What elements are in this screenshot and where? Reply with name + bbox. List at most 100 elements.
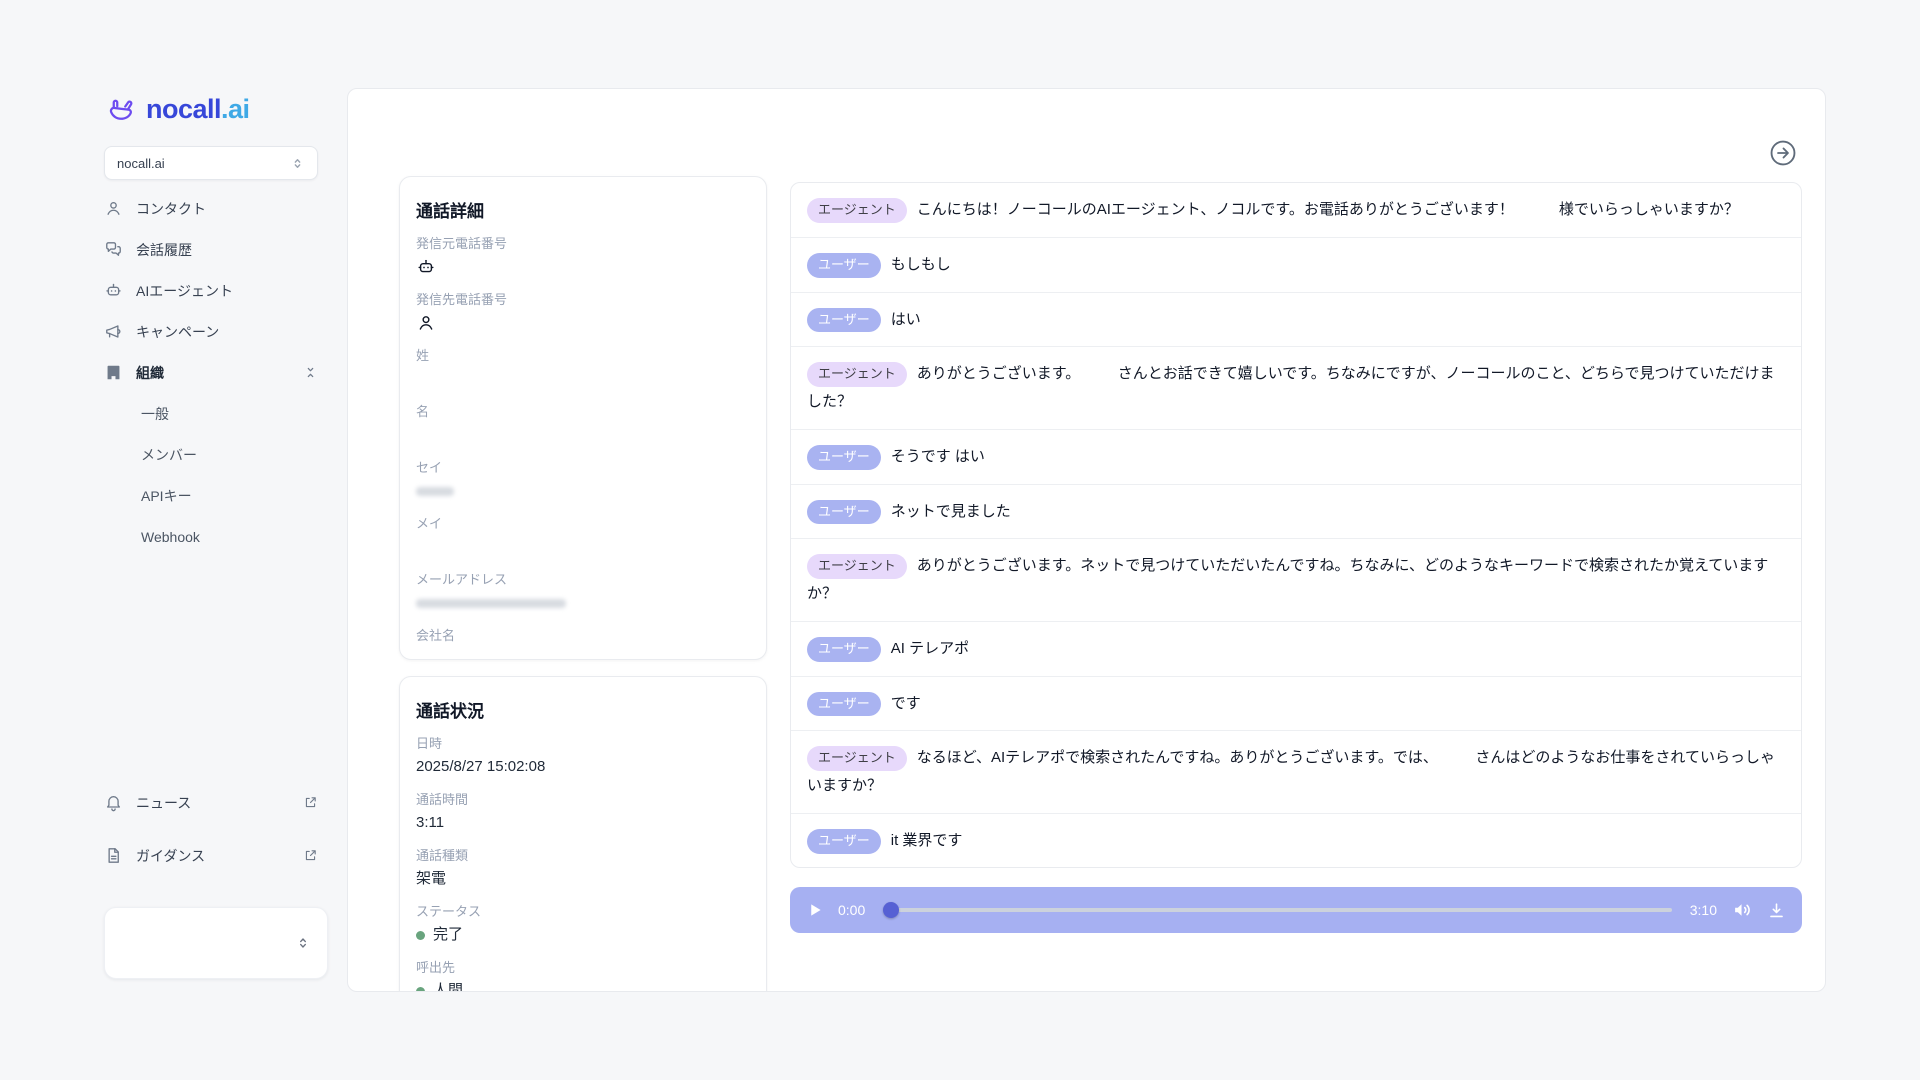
field-label: 発信先電話番号 xyxy=(416,291,750,309)
sidebar-item-guidance[interactable]: ガイダンス xyxy=(104,835,318,876)
sidebar-item-label: AIエージェント xyxy=(136,281,233,301)
user-badge: ユーザー xyxy=(807,500,881,525)
sidebar-item-label: ガイダンス xyxy=(136,846,205,866)
field-value xyxy=(416,648,750,660)
field-label: ステータス xyxy=(416,903,750,921)
field-value xyxy=(416,312,750,334)
field: 会社名 xyxy=(416,627,750,660)
workspace-select[interactable]: nocall.ai xyxy=(104,146,318,180)
seek-thumb[interactable] xyxy=(883,902,899,918)
sidebar-item-general[interactable]: 一般 xyxy=(104,393,318,434)
field-value: 3:11 xyxy=(416,812,750,834)
message-text: ありがとうございます。 さんとお話できて嬉しいです。ちなみにですが、ノーコールの… xyxy=(807,365,1774,410)
transcript-message: ユーザーそうです はい xyxy=(791,430,1801,485)
bell-icon xyxy=(104,793,123,812)
field-value-text: 架電 xyxy=(416,868,446,890)
field-value-text: 2025/8/27 15:02:08 xyxy=(416,756,545,778)
sidebar-item-label: キャンペーン xyxy=(136,322,219,342)
sidebar-item-label: 組織 xyxy=(136,363,164,383)
message-text: こんにちは！ノーコールのAIエージェント、ノコルです。お電話ありがとうございます… xyxy=(917,201,1739,218)
field: メイ xyxy=(416,515,750,558)
redacted-value xyxy=(416,599,566,608)
field-label: メイ xyxy=(416,515,750,533)
sidebar-item-api-keys[interactable]: APIキー xyxy=(104,475,318,516)
agent-badge: エージェント xyxy=(807,198,907,223)
field-label: 姓 xyxy=(416,347,750,365)
field-label: メールアドレス xyxy=(416,571,750,589)
field: 通話種類架電 xyxy=(416,847,750,890)
sidebar-item-organization[interactable]: 組織 xyxy=(104,352,318,393)
sidebar-item-contacts[interactable]: コンタクト xyxy=(104,188,318,229)
transcript-message: エージェントありがとうございます。ネットで見つけていただいたんですね。ちなみに、… xyxy=(791,539,1801,622)
sidebar-item-webhook[interactable]: Webhook xyxy=(104,516,318,557)
workspace-select-value: nocall.ai xyxy=(117,156,165,171)
field-label: セイ xyxy=(416,459,750,477)
account-select[interactable] xyxy=(104,907,328,979)
field: 日時 2025/8/27 15:02:08 xyxy=(416,735,750,778)
message-text: ネットで見ました xyxy=(891,503,1011,520)
field-value-text: 完了 xyxy=(433,924,463,946)
field: 通話時間 3:11 xyxy=(416,791,750,834)
current-time: 0:00 xyxy=(838,902,865,918)
sidebar-item-conversation-history[interactable]: 会話履歴 xyxy=(104,229,318,270)
agent-badge: エージェント xyxy=(807,746,907,771)
user-badge: ユーザー xyxy=(807,692,881,717)
sidebar-item-ai-agents[interactable]: AIエージェント xyxy=(104,270,318,311)
field-label: 通話時間 xyxy=(416,791,750,809)
call-status-title: 通話状況 xyxy=(416,697,750,722)
collapse-icon xyxy=(303,365,318,380)
brand-logo: nocall.ai xyxy=(104,94,250,125)
chevron-updown-icon xyxy=(295,935,311,951)
transcript-message: ユーザーはい xyxy=(791,293,1801,348)
field-label: 発信元電話番号 xyxy=(416,235,750,253)
field: セイ xyxy=(416,459,750,502)
transcript-message: ユーザーAI テレアポ xyxy=(791,622,1801,677)
transcript-message: ユーザーです xyxy=(791,677,1801,732)
field-label: 名 xyxy=(416,403,750,421)
sidebar-nav: コンタクト会話履歴 AIエージェントキャンペーン組織一般メンバーAPIキーWebh… xyxy=(104,188,318,557)
sidebar-footer-nav: ニュースガイダンス xyxy=(104,782,318,876)
message-text: はい xyxy=(891,311,921,328)
sidebar: nocall.ai nocall.ai コンタクト会話履歴 AIエージェントキャン… xyxy=(0,0,347,1080)
field-value xyxy=(416,424,750,446)
sidebar-item-label: ニュース xyxy=(136,793,191,813)
shaka-hand-icon xyxy=(104,95,138,125)
field-value: 人間 xyxy=(416,980,750,992)
message-text: です xyxy=(891,695,921,712)
brand-name: nocall.ai xyxy=(146,94,250,125)
play-button[interactable] xyxy=(806,900,824,920)
transcript-message: ユーザーもしもし xyxy=(791,238,1801,293)
seek-track xyxy=(883,908,1672,912)
field-label: 日時 xyxy=(416,735,750,753)
next-conversation-button[interactable] xyxy=(1767,137,1799,169)
field-value xyxy=(416,592,750,614)
sidebar-item-members[interactable]: メンバー xyxy=(104,434,318,475)
field: 名 xyxy=(416,403,750,446)
duration: 3:10 xyxy=(1690,902,1717,918)
call-details-title: 通話詳細 xyxy=(416,197,750,222)
download-icon xyxy=(1767,901,1786,920)
redacted-value xyxy=(416,487,454,496)
field: ステータス完了 xyxy=(416,903,750,946)
message-text: なるほど、AIテレアポで検索されたんですね。ありがとうございます。では、 さんは… xyxy=(807,749,1775,794)
robot-icon xyxy=(416,257,436,277)
field: 発信元電話番号 xyxy=(416,235,750,278)
transcript-message: ユーザーit 業界です xyxy=(791,814,1801,868)
external-link-icon xyxy=(303,795,318,810)
field-value xyxy=(416,480,750,502)
field-value xyxy=(416,256,750,278)
volume-icon xyxy=(1731,899,1753,921)
download-button[interactable] xyxy=(1767,901,1786,920)
call-details-card: 通話詳細 発信元電話番号発信先電話番号姓名セイメイメールアドレス会社名 xyxy=(399,176,767,660)
field-value-text: 人間 xyxy=(433,980,463,992)
agent-badge: エージェント xyxy=(807,362,907,387)
play-icon xyxy=(806,900,824,920)
field: 呼出先人間 xyxy=(416,959,750,992)
sidebar-item-campaigns[interactable]: キャンペーン xyxy=(104,311,318,352)
volume-button[interactable] xyxy=(1731,899,1753,921)
seek-slider[interactable] xyxy=(883,901,1672,919)
user-badge: ユーザー xyxy=(807,308,881,333)
status-dot xyxy=(416,987,425,993)
sidebar-item-news[interactable]: ニュース xyxy=(104,782,318,823)
call-details-fields: 発信元電話番号発信先電話番号姓名セイメイメールアドレス会社名 xyxy=(416,235,750,660)
